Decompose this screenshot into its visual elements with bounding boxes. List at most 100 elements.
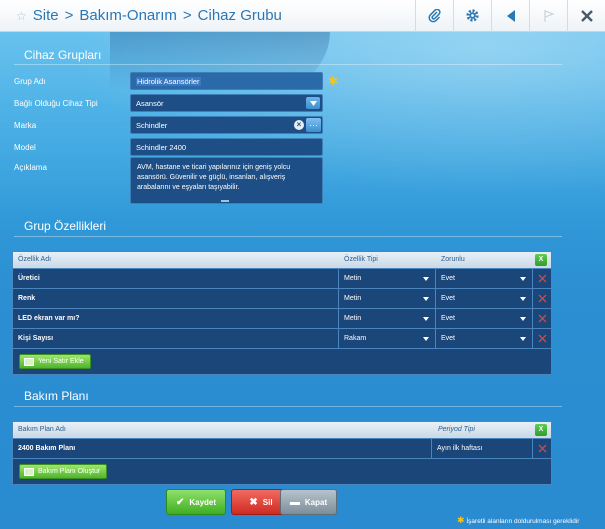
section-title-features: Grup Özellikleri [24, 219, 107, 233]
required-select[interactable]: Evet [435, 329, 532, 348]
feature-type-select[interactable]: Metin [338, 309, 435, 328]
column-header-feature-type[interactable]: Özellik Tipi [344, 256, 378, 263]
feature-type-select[interactable]: Rakam [338, 329, 435, 348]
clear-icon[interactable]: × [294, 120, 304, 130]
column-header-plan-name[interactable]: Bakım Plan Adı [18, 426, 66, 433]
favorite-star-icon[interactable]: ☆ [16, 9, 27, 23]
chevron-down-icon [520, 277, 526, 281]
description-label: Açıklama [14, 163, 47, 172]
delete-row-button[interactable] [532, 289, 552, 308]
chevron-down-icon [423, 337, 429, 341]
triangle-left-icon [506, 9, 516, 23]
chevron-down-icon [520, 297, 526, 301]
table-row: Renk Metin Evet [13, 288, 551, 308]
excel-export-icon[interactable]: X [535, 254, 547, 266]
add-row-button[interactable]: Yeni Satır Ekle [19, 354, 91, 369]
section-divider [14, 236, 562, 237]
feature-type-value: Metin [344, 275, 362, 282]
column-header-required[interactable]: Zorunlu [441, 256, 465, 263]
paperclip-icon [427, 8, 442, 23]
model-value: Schindler 2400 [136, 143, 187, 152]
delete-x-icon [538, 334, 547, 343]
delete-x-icon [538, 294, 547, 303]
delete-icon: ✖ [249, 496, 258, 508]
browse-button[interactable]: … [306, 118, 321, 132]
delete-row-button[interactable] [532, 439, 552, 458]
delete-row-button[interactable] [532, 269, 552, 288]
save-button[interactable]: ✔ Kaydet [166, 489, 226, 515]
column-header-feature-name[interactable]: Özellik Adı [18, 256, 51, 263]
feature-name-cell[interactable]: LED ekran var mı? [13, 309, 338, 328]
delete-row-button[interactable] [532, 309, 552, 328]
gear-icon [465, 8, 480, 23]
group-name-label: Grup Adı [14, 77, 46, 86]
group-name-value: Hidrolik Asansörler [136, 77, 201, 86]
required-icon: ✱ [328, 74, 339, 88]
chevron-down-icon [423, 317, 429, 321]
add-row-label: Yeni Satır Ekle [38, 358, 84, 365]
close-button[interactable] [567, 0, 605, 32]
close-action-button[interactable]: ▬ Kapat [280, 489, 337, 515]
save-label: Kaydet [189, 497, 217, 507]
create-plan-button[interactable]: Bakım Planı Oluştur [19, 464, 108, 479]
chevron-down-icon[interactable] [306, 97, 320, 109]
footnote-text: İşaretli alanların doldurulması gereklid… [466, 518, 580, 525]
settings-button[interactable] [453, 0, 491, 32]
required-select[interactable]: Evet [435, 289, 532, 308]
feature-name-cell[interactable]: Renk [13, 289, 338, 308]
feature-type-value: Metin [344, 315, 362, 322]
required-select[interactable]: Evet [435, 309, 532, 328]
device-type-select[interactable]: Asansör [130, 94, 323, 112]
forward-button[interactable] [529, 0, 567, 32]
required-select[interactable]: Evet [435, 269, 532, 288]
create-plan-icon [24, 467, 34, 476]
close-icon [580, 9, 593, 22]
required-fields-note: ✱ İşaretli alanların doldurulması gerekl… [457, 515, 579, 526]
minus-icon: ▬ [289, 496, 300, 508]
chevron-down-icon [423, 277, 429, 281]
breadcrumb-site[interactable]: Site [33, 7, 59, 24]
group-name-field[interactable]: Hidrolik Asansörler [130, 72, 323, 90]
table-row: Kişi Sayısı Rakam Evet [13, 328, 551, 348]
breadcrumb-maintenance[interactable]: Bakım-Onarım [79, 7, 177, 24]
required-value: Evet [441, 275, 456, 282]
table-row: Üretici Metin Evet [13, 268, 551, 288]
feature-type-select[interactable]: Metin [338, 289, 435, 308]
excel-export-icon[interactable]: X [535, 424, 547, 436]
device-type-value: Asansör [136, 99, 164, 108]
back-button[interactable] [491, 0, 529, 32]
required-value: Evet [441, 315, 456, 322]
feature-type-select[interactable]: Metin [338, 269, 435, 288]
features-grid-footer: Yeni Satır Ekle [13, 348, 551, 374]
breadcrumb-device-group: Cihaz Grubu [197, 7, 282, 24]
section-divider [14, 64, 562, 65]
plan-name-cell[interactable]: 2400 Bakım Planı [13, 439, 431, 458]
column-header-period-type[interactable]: Periyod Tipi [438, 426, 475, 433]
feature-type-value: Rakam [344, 335, 367, 342]
maintenance-grid-header: Bakım Plan Adı Periyod Tipi X [13, 422, 551, 438]
description-textarea[interactable]: AVM, hastane ve ticari yapılarınız için … [130, 157, 323, 204]
checkmark-icon: ✔ [175, 496, 185, 508]
delete-x-icon [538, 314, 547, 323]
maintenance-grid: Bakım Plan Adı Periyod Tipi X 2400 Bakım… [12, 421, 552, 485]
chevron-down-icon [520, 337, 526, 341]
attach-button[interactable] [415, 0, 453, 32]
required-value: Evet [441, 295, 456, 302]
model-field[interactable]: Schindler 2400 [130, 138, 323, 156]
feature-name-cell[interactable]: Kişi Sayısı [13, 329, 338, 348]
period-type-cell[interactable]: Ayın ilk haftası [431, 439, 532, 458]
table-row: LED ekran var mı? Metin Evet [13, 308, 551, 328]
feature-type-value: Metin [344, 295, 362, 302]
brand-label: Marka [14, 121, 37, 130]
delete-row-button[interactable] [532, 329, 552, 348]
create-plan-label: Bakım Planı Oluştur [38, 468, 101, 475]
features-grid: Özellik Adı Özellik Tipi Zorunlu X Üreti… [12, 251, 552, 375]
maintenance-grid-footer: Bakım Planı Oluştur [13, 458, 551, 484]
brand-value: Schindler [136, 121, 168, 130]
resize-grip-icon[interactable] [221, 200, 229, 202]
feature-name-cell[interactable]: Üretici [13, 269, 338, 288]
brand-field[interactable]: Schindler × … [130, 116, 323, 134]
section-title-groups: Cihaz Grupları [24, 48, 102, 62]
top-bar: ☆ Site > Bakım-Onarım > Cihaz Grubu [0, 0, 605, 32]
description-value: AVM, hastane ve ticari yapılarınız için … [137, 164, 291, 191]
